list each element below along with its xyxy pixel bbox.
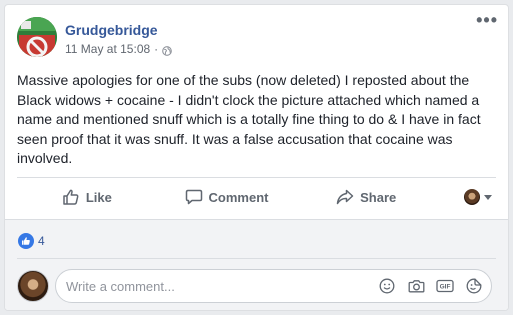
post-header: Grudgebridge 11 May at 15:08 · <box>17 17 173 61</box>
post-body-text: Massive apologies for one of the subs (n… <box>17 72 481 166</box>
action-bar: Like Comment Share <box>17 178 496 216</box>
comment-label: Comment <box>208 189 269 205</box>
like-button[interactable]: Like <box>17 181 157 213</box>
post-card: Grudgebridge 11 May at 15:08 · ••• Massi… <box>4 4 509 311</box>
user-mini-avatar <box>464 189 481 205</box>
reaction-count[interactable]: 4 <box>38 233 45 249</box>
share-label: Share <box>360 189 397 205</box>
svg-text:GIF: GIF <box>440 284 451 291</box>
post-as-selector[interactable] <box>436 181 496 213</box>
page-name-link[interactable]: Grudgebridge <box>65 21 172 39</box>
like-label: Like <box>85 189 112 205</box>
smiley-icon[interactable] <box>378 277 396 295</box>
post-meta: 11 May at 15:08 · <box>65 41 173 57</box>
comment-button[interactable]: Comment <box>157 181 297 213</box>
speech-bubble-icon <box>185 189 202 205</box>
reactions-summary[interactable]: 4 <box>18 233 45 249</box>
chevron-down-icon <box>484 194 493 200</box>
meta-separator: · <box>154 42 159 56</box>
post-footer: 4 Write a comment... GIF <box>5 219 508 310</box>
post-timestamp[interactable]: 11 May at 15:08 <box>65 41 150 57</box>
comment-box[interactable]: GIF <box>55 269 492 303</box>
camera-icon[interactable] <box>407 277 425 295</box>
comment-input[interactable] <box>66 278 367 294</box>
like-reaction-icon <box>18 233 34 249</box>
gif-icon[interactable]: GIF <box>436 277 454 295</box>
sticker-icon[interactable] <box>465 277 483 295</box>
comment-composer: GIF <box>17 269 492 303</box>
share-button[interactable]: Share <box>296 181 436 213</box>
thumbs-up-icon <box>63 189 79 205</box>
page-avatar[interactable] <box>17 17 57 57</box>
more-options-button[interactable]: ••• <box>476 11 498 29</box>
globe-icon[interactable] <box>162 44 173 56</box>
user-avatar[interactable] <box>17 270 49 302</box>
share-arrow-icon <box>336 189 354 205</box>
comment-divider <box>17 258 496 259</box>
